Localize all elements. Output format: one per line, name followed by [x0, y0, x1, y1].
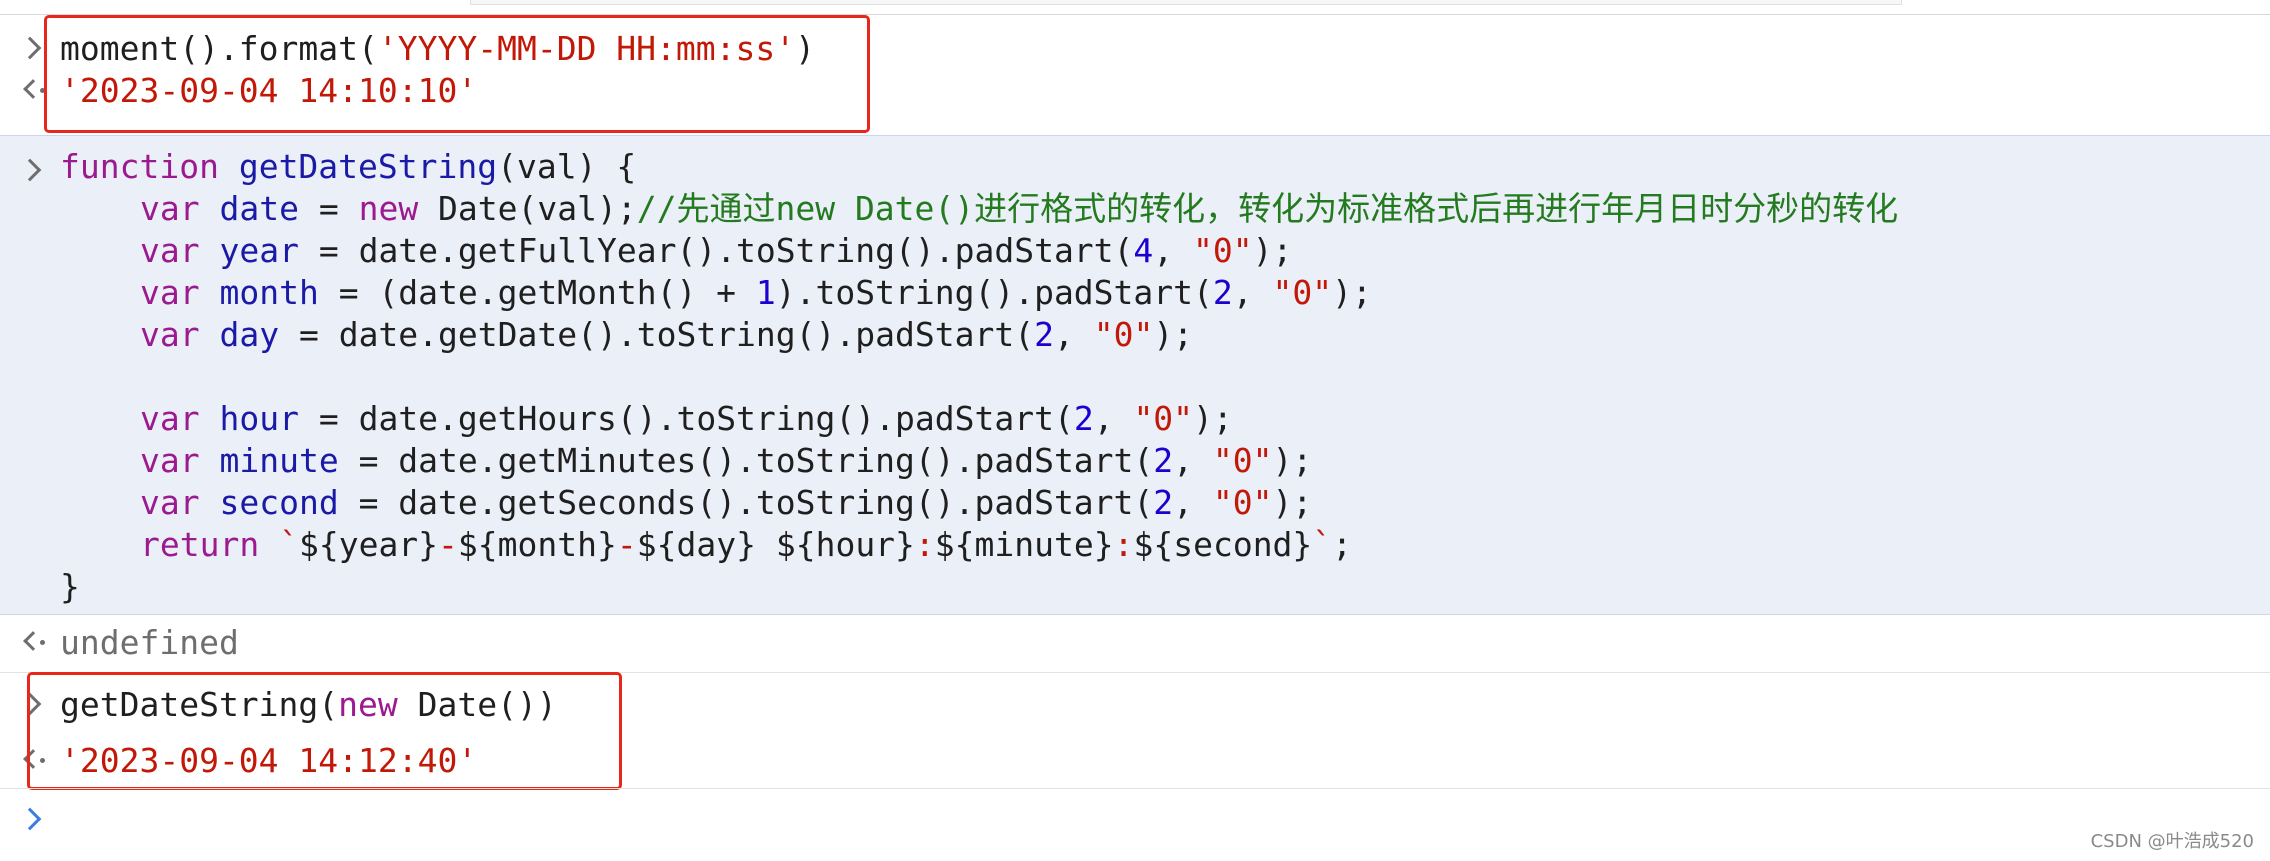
input-prompt-chevron-icon: [18, 28, 46, 70]
code-line-7: var minute = date.getMinutes().toString(…: [140, 441, 1313, 480]
code-line-3: var year = date.getFullYear().toString()…: [140, 231, 1293, 270]
code-line-10: }: [60, 567, 80, 606]
input-prompt-chevron-icon: [18, 150, 46, 192]
code-line-9: return `${year}-${month}-${day} ${hour}:…: [140, 525, 1353, 564]
code-line-8: var second = date.getSeconds().toString(…: [140, 483, 1313, 522]
highlight-box-moment: [44, 15, 870, 133]
devtools-tab-strip: [470, 0, 1902, 5]
code-line-5: var day = date.getDate().toString().padS…: [140, 315, 1194, 354]
result-arrow-icon: [20, 70, 46, 112]
entry-separator: [0, 788, 2270, 789]
code-line-1: function getDateString(val) {: [60, 147, 637, 186]
highlight-box-getdatestring: [27, 672, 622, 790]
code-line-4: var month = (date.getMonth() + 1).toStri…: [140, 273, 1372, 312]
devtools-top-bar: [0, 0, 2270, 15]
code-line-2: var date = new Date(val);//先通过new Date()…: [140, 189, 1899, 228]
active-prompt-chevron-icon: [18, 799, 46, 841]
console-entry-function-definition[interactable]: function getDateString(val) { var date =…: [0, 135, 2270, 615]
result-arrow-icon: [20, 622, 46, 664]
watermark: CSDN @叶浩成520: [2090, 831, 2254, 852]
console-output-value: undefined: [60, 623, 239, 662]
console-input-field[interactable]: [60, 799, 2160, 841]
code-line-6: var hour = date.getHours().toString().pa…: [140, 399, 1233, 438]
